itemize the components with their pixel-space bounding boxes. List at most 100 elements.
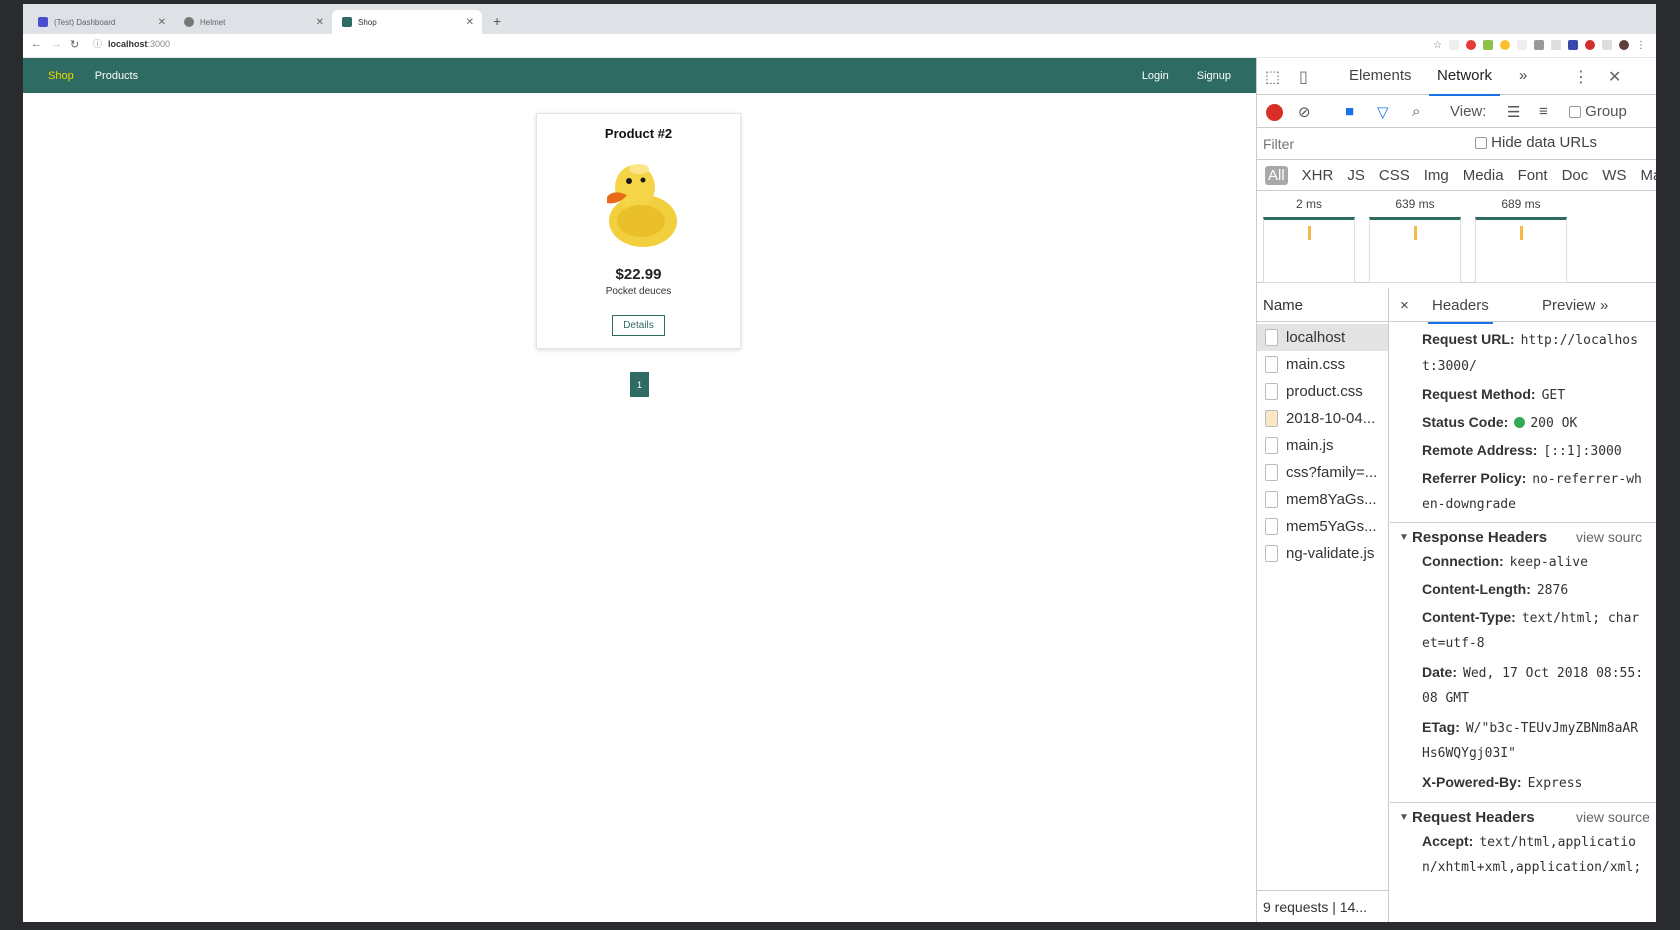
request-row[interactable]: 2018-10-04... [1257,405,1388,432]
request-row[interactable]: mem8YaGs... [1257,486,1388,513]
large-rows-icon[interactable]: ☰ [1507,103,1520,121]
type-img[interactable]: Img [1424,167,1449,184]
type-font[interactable]: Font [1518,167,1548,184]
new-tab-button[interactable]: + [493,13,501,29]
pagination-page-1[interactable]: 1 [630,372,649,397]
response-headers-section[interactable]: ▼ Response Headers view sourc [1390,522,1656,550]
collapse-triangle-icon[interactable]: ▼ [1399,532,1409,543]
nav-signup-link[interactable]: Signup [1197,70,1231,82]
tab-headers[interactable]: Headers [1428,297,1493,324]
extension-icon[interactable] [1534,40,1544,50]
type-css[interactable]: CSS [1379,167,1410,184]
requests-split-view: Name localhost main.css product.css 2018… [1257,288,1656,922]
group-checkbox[interactable]: Group [1569,103,1627,120]
frame-thumbnail [1263,217,1355,283]
profile-avatar[interactable] [1619,40,1629,50]
extension-icon[interactable] [1483,40,1493,50]
view-source-link[interactable]: view sourc [1576,529,1642,545]
extension-icon[interactable] [1585,40,1595,50]
tab-network[interactable]: Network [1428,67,1501,96]
tab-elements[interactable]: Elements [1349,67,1412,84]
forward-icon[interactable]: → [51,38,62,50]
header-value: no-referrer-wh [1532,472,1642,487]
header-value: Wed, 17 Oct 2018 08:55: [1463,666,1644,681]
request-row[interactable]: mem5YaGs... [1257,513,1388,540]
nav-login-link[interactable]: Login [1142,70,1169,82]
extension-icon[interactable] [1568,40,1578,50]
more-detail-tabs-icon[interactable]: » [1600,297,1608,314]
info-icon[interactable]: ⓘ [93,37,102,50]
header-request-method: Request Method: GET [1422,386,1565,403]
reload-icon[interactable]: ↻ [70,38,79,51]
devtools-menu-icon[interactable]: ⋮ [1573,67,1589,87]
back-icon[interactable]: ← [31,38,42,50]
header-key: ETag: [1422,719,1460,735]
document-icon [1265,545,1278,562]
hide-data-urls-checkbox[interactable]: Hide data URLs [1475,134,1597,151]
request-row[interactable]: ng-validate.js [1257,540,1388,567]
filmstrip-frame[interactable]: 689 ms [1475,191,1567,283]
type-manifest[interactable]: Man [1640,167,1656,184]
extension-icon[interactable] [1551,40,1561,50]
extension-icon[interactable] [1500,40,1510,50]
close-tab-icon[interactable]: ✕ [466,17,474,28]
inspect-element-icon[interactable]: ⬚ [1265,67,1280,87]
request-name: mem5YaGs... [1286,518,1377,535]
close-detail-icon[interactable]: × [1400,297,1409,314]
type-doc[interactable]: Doc [1562,167,1589,184]
waterfall-icon[interactable]: ≡ [1539,103,1548,120]
close-tab-icon[interactable]: ✕ [158,17,166,28]
tab-shop[interactable]: Shop ✕ [332,10,482,34]
header-key: Date: [1422,664,1458,680]
image-file-icon [1265,410,1278,427]
header-key: Accept: [1422,833,1474,849]
name-column-header[interactable]: Name [1257,288,1388,322]
tab-helmet[interactable]: Helmet ✕ [174,10,332,34]
device-toolbar-icon[interactable]: ▯ [1299,67,1308,87]
request-row[interactable]: main.js [1257,432,1388,459]
extension-icon[interactable] [1466,40,1476,50]
request-row[interactable]: localhost [1257,324,1388,351]
filter-input[interactable] [1263,134,1463,154]
extension-icon[interactable] [1602,40,1612,50]
tab-preview[interactable]: Preview [1542,297,1595,314]
more-tabs-icon[interactable]: » [1519,67,1527,84]
bookmark-star-icon[interactable]: ☆ [1433,40,1442,51]
filmstrip-frame[interactable]: 2 ms [1263,191,1355,283]
record-icon[interactable] [1266,104,1283,121]
type-ws[interactable]: WS [1602,167,1626,184]
request-detail: × Headers Preview » Request URL: http://l… [1390,288,1656,922]
tab-dashboard[interactable]: (Test) Dashboard ✕ [28,10,174,34]
url-field[interactable]: ⓘ localhost:3000 [93,37,170,50]
document-icon [1265,437,1278,454]
request-row[interactable]: main.css [1257,351,1388,378]
collapse-triangle-icon[interactable]: ▼ [1399,812,1409,823]
tab-title: (Test) Dashboard [54,17,116,27]
header-content-type: Content-Type: text/html; char [1422,609,1639,626]
type-js[interactable]: JS [1347,167,1365,184]
extension-icon[interactable] [1517,40,1527,50]
type-xhr[interactable]: XHR [1302,167,1334,184]
clear-icon[interactable]: ⊘ [1298,103,1311,121]
view-label: View: [1450,103,1487,120]
resource-type-filters: All XHR JS CSS Img Media Font Doc WS Man [1257,160,1656,191]
close-tab-icon[interactable]: ✕ [316,17,324,28]
request-row[interactable]: css?family=... [1257,459,1388,486]
close-devtools-icon[interactable]: ✕ [1608,67,1621,87]
filmstrip-frame[interactable]: 639 ms [1369,191,1461,283]
header-key: Content-Length: [1422,581,1531,597]
request-row[interactable]: product.css [1257,378,1388,405]
browser-menu-icon[interactable]: ⋮ [1636,40,1646,51]
screenshot-capture-icon[interactable]: ■ [1345,103,1354,120]
type-all[interactable]: All [1265,165,1288,185]
request-headers-section[interactable]: ▼ Request Headers view source [1390,802,1656,830]
view-source-link[interactable]: view source [1576,809,1650,825]
search-icon[interactable]: ⌕ [1412,103,1420,120]
hide-data-urls-label: Hide data URLs [1491,134,1598,151]
filter-icon[interactable]: ▽ [1377,103,1389,121]
type-media[interactable]: Media [1463,167,1504,184]
nav-shop-link[interactable]: Shop [48,70,74,82]
extension-icon[interactable] [1449,40,1459,50]
nav-products-link[interactable]: Products [95,70,138,82]
details-button[interactable]: Details [612,315,665,336]
